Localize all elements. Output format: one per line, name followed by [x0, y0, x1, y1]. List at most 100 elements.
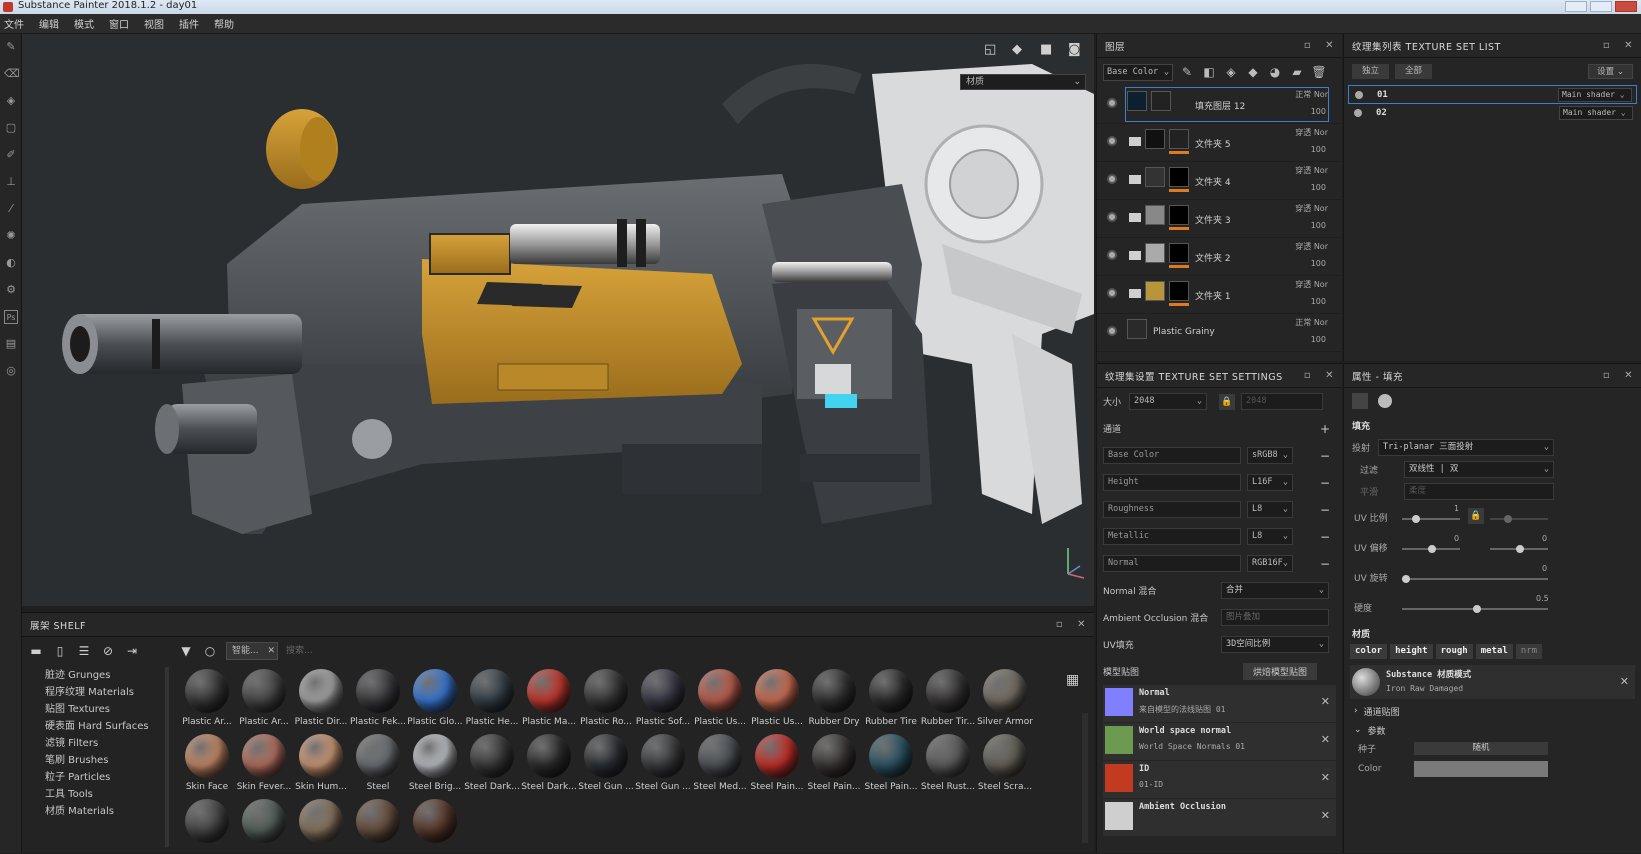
close-button[interactable]	[1615, 1, 1637, 12]
layer-row[interactable]: Plastic Grainy 正常 Nor 100	[1097, 314, 1342, 352]
layer-blend-mode[interactable]: 穿透 Nor	[1295, 241, 1328, 252]
close-icon[interactable]: ✕	[1325, 40, 1334, 51]
circle-icon[interactable]: ○	[202, 643, 218, 659]
solo-button[interactable]: 独立	[1352, 64, 1390, 79]
folder-icon[interactable]: ▬	[28, 643, 44, 659]
list-icon[interactable]: ☰	[76, 643, 92, 659]
material-tile[interactable]: Plastic He...	[464, 667, 520, 729]
layer-blend-mode[interactable]: 穿透 Nor	[1295, 127, 1328, 138]
category-textures[interactable]: 贴图 Textures	[40, 701, 170, 718]
material-tile[interactable]: Steel Gun ...	[578, 732, 634, 794]
material-tile[interactable]: Plastic Ar...	[179, 667, 235, 729]
close-icon[interactable]: ✕	[267, 643, 275, 659]
menu-view[interactable]: 视图	[144, 16, 164, 31]
material-tile[interactable]: Plastic Ro...	[578, 667, 634, 729]
3d-viewport[interactable]: ◱ ◆ ■ ◙ 材质 ⌄	[22, 34, 1094, 606]
channel-select[interactable]: Base Color ⌄	[1103, 63, 1173, 81]
minimize-button[interactable]	[1565, 1, 1587, 12]
material-tile[interactable]: Plastic Dir...	[293, 667, 349, 729]
category-procedurals[interactable]: 程序纹理 Materials	[40, 684, 170, 701]
visibility-icon[interactable]	[1107, 174, 1117, 184]
photoshop-icon[interactable]: Ps	[4, 310, 18, 324]
plugin-icon[interactable]: ◎	[4, 364, 18, 378]
category-brushes[interactable]: 笔刷 Brushes	[40, 752, 170, 769]
layer-blend-mode[interactable]: 穿透 Nor	[1295, 279, 1328, 290]
material-tile[interactable]: Skin Fever...	[236, 732, 292, 794]
visibility-icon[interactable]	[1107, 136, 1117, 146]
add-smart-material-icon[interactable]: ◕	[1267, 64, 1283, 80]
visibility-icon[interactable]	[1107, 212, 1117, 222]
camera-icon[interactable]: ■	[1040, 42, 1056, 58]
float-icon[interactable]: ▫	[1304, 40, 1311, 51]
smart-filter-tag[interactable]: 智能... ✕	[226, 642, 278, 660]
category-filters[interactable]: 滤镜 Filters	[40, 735, 170, 752]
material-channel-height[interactable]: height	[1390, 644, 1433, 659]
visibility-icon[interactable]	[1355, 91, 1363, 99]
size-select[interactable]: 2048 ⌄	[1129, 393, 1207, 410]
hardness-slider[interactable]	[1402, 605, 1548, 613]
material-tile[interactable]: Rubber Dry	[806, 667, 862, 729]
bake-button[interactable]: 烘焙模型贴图	[1243, 663, 1318, 680]
add-effect-icon[interactable]: ✎	[1179, 64, 1195, 80]
material-tile[interactable]: Silver Armor	[977, 667, 1033, 729]
screenshot-icon[interactable]: ◙	[1068, 42, 1084, 58]
close-icon[interactable]: ✕	[1077, 619, 1086, 630]
channel-format-select[interactable]: L8 ⌄	[1247, 528, 1293, 545]
material-tab-icon[interactable]	[1378, 394, 1392, 408]
display-mode-select[interactable]: 材质 ⌄	[960, 74, 1086, 90]
slider-knob[interactable]	[1412, 515, 1420, 523]
layer-blend-mode[interactable]: 正常 Nor	[1295, 317, 1328, 328]
shelf-search-input[interactable]: 搜索...	[286, 642, 313, 660]
float-icon[interactable]: ▫	[1603, 370, 1610, 381]
remove-channel-icon[interactable]: −	[1320, 449, 1330, 463]
channel-format-select[interactable]: L16F ⌄	[1247, 474, 1293, 491]
channel-format-select[interactable]: L8 ⌄	[1247, 501, 1293, 518]
export-icon[interactable]: ▤	[4, 337, 18, 351]
menu-edit[interactable]: 编辑	[39, 16, 59, 31]
layer-opacity[interactable]: 100	[1311, 259, 1326, 268]
material-tile[interactable]: Plastic Ma...	[521, 667, 577, 729]
slider-knob[interactable]	[1504, 515, 1512, 523]
material-tile[interactable]: Skin Face	[179, 732, 235, 794]
close-icon[interactable]: ✕	[1321, 695, 1330, 708]
close-icon[interactable]: ✕	[1624, 40, 1633, 51]
menu-file[interactable]: 文件	[4, 16, 24, 31]
delete-icon[interactable]: 🗑	[1311, 64, 1327, 80]
ao-mix-select[interactable]: 图片叠加	[1221, 609, 1329, 626]
close-icon[interactable]: ✕	[1620, 675, 1629, 688]
close-icon[interactable]: ✕	[1321, 733, 1330, 746]
material-tile[interactable]: Plastic Us...	[692, 667, 748, 729]
category-particles[interactable]: 粒子 Particles	[40, 769, 170, 786]
grid-view-icon[interactable]: ▦	[1066, 673, 1080, 687]
material-tile[interactable]: Steel Med...	[692, 732, 748, 794]
uv-offset-slider-2[interactable]	[1490, 545, 1548, 553]
category-grunges[interactable]: 脏迹 Grunges	[40, 667, 170, 684]
add-channel-icon[interactable]: +	[1320, 422, 1330, 436]
layer-row[interactable]: 文件夹 5 穿透 Nor 100	[1097, 124, 1342, 162]
viewport-2d-icon[interactable]: ◱	[984, 42, 1000, 58]
clone-stamp-icon[interactable]: ⊥	[4, 175, 18, 189]
layer-opacity[interactable]: 100	[1311, 145, 1326, 154]
paint-brush-icon[interactable]: ✎	[4, 40, 18, 54]
material-tile[interactable]	[293, 797, 349, 854]
material-tile[interactable]: Plastic Ar...	[236, 667, 292, 729]
uv-fill-select[interactable]: 3D空间比例 ⌄	[1221, 636, 1329, 653]
material-channel-color[interactable]: color	[1350, 644, 1388, 659]
visibility-icon[interactable]	[1354, 109, 1362, 117]
projection-select[interactable]: Tri-planar 三面投射 ⌄	[1378, 438, 1554, 456]
menu-mode[interactable]: 模式	[74, 16, 94, 31]
shelf-scrollbar[interactable]	[1082, 713, 1088, 843]
material-item[interactable]: Substance 材质模式 Iron Raw Damaged ✕	[1350, 665, 1635, 699]
category-hard-surfaces[interactable]: 硬表面 Hard Surfaces	[40, 718, 170, 735]
category-materials[interactable]: 材质 Materials	[40, 803, 170, 820]
layer-row[interactable]: 文件夹 2 穿透 Nor 100	[1097, 238, 1342, 276]
slider-knob[interactable]	[1428, 545, 1436, 553]
channel-format-select[interactable]: sRGB8 ⌄	[1247, 447, 1293, 464]
add-mask-icon[interactable]: ◧	[1201, 64, 1217, 80]
close-icon[interactable]: ✕	[1325, 370, 1334, 381]
material-tile[interactable]: Rubber Tire	[863, 667, 919, 729]
settings-icon[interactable]: ✺	[4, 229, 18, 243]
material-tile[interactable]	[407, 797, 463, 854]
uv-scale-slider[interactable]	[1402, 515, 1460, 523]
float-icon[interactable]: ▫	[1304, 370, 1311, 381]
